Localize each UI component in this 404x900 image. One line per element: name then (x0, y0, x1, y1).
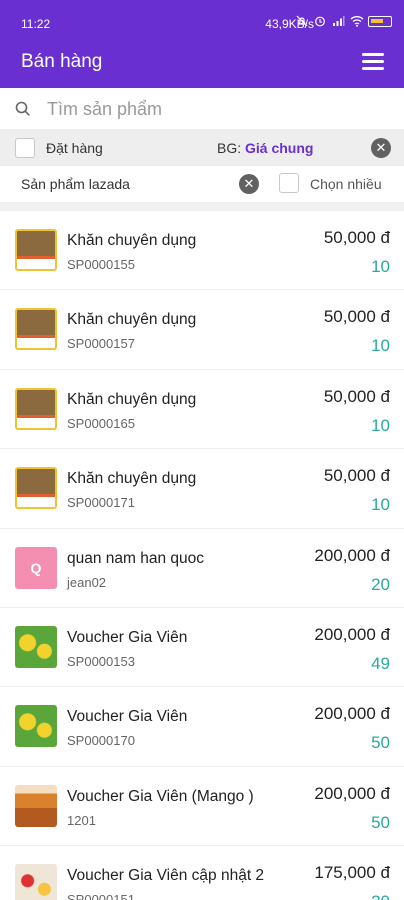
product-thumbnail (15, 467, 57, 510)
product-price: 200,000 đ (314, 624, 390, 644)
clear-category-icon[interactable]: ✕ (239, 174, 259, 194)
product-thumbnail (15, 705, 57, 748)
product-row[interactable]: Voucher Gia Viên cập nhật 2 SP0000151 175,… (0, 846, 404, 900)
product-stock: 49 (371, 653, 390, 673)
category-filter-bar: Sản phẩm lazada ✕ Chọn nhiều (0, 166, 404, 202)
product-code: SP0000165 (67, 415, 135, 431)
product-price: 50,000 đ (323, 228, 390, 247)
price-book-label[interactable]: BG: Giá chung (217, 140, 313, 156)
product-price: 200,000 đ (314, 783, 390, 803)
product-name: Voucher Gia Viên (67, 628, 188, 646)
product-name: Voucher Gia Viên (Mango ) (67, 787, 254, 805)
product-stock: 10 (371, 495, 390, 515)
product-code: SP0000155 (67, 257, 135, 272)
app-bar: Bán hàng (0, 42, 404, 88)
product-stock: 10 (371, 257, 390, 276)
battery-icon (368, 15, 392, 27)
product-thumbnail: Q (15, 546, 57, 589)
product-code: SP0000171 (67, 495, 135, 511)
product-thumbnail (15, 784, 57, 827)
product-thumbnail (15, 229, 57, 271)
product-code: 1201 (67, 812, 96, 828)
order-label: Đặt hàng (46, 140, 103, 156)
product-code: SP0000153 (67, 653, 135, 669)
silent-icon (296, 15, 308, 27)
product-name: Voucher Gia Viên (67, 708, 188, 726)
product-price: 175,000 đ (314, 863, 390, 883)
product-code: SP0000151 (67, 892, 135, 900)
product-stock: 10 (371, 336, 390, 356)
product-row[interactable]: Voucher Gia Viên SP0000170 200,000 đ 50 (0, 687, 404, 767)
product-thumbnail (15, 387, 57, 430)
product-name: Voucher Gia Viên cập nhật 2 (67, 867, 265, 885)
product-price: 200,000 đ (314, 704, 390, 724)
divider (0, 202, 404, 211)
product-price: 200,000 đ (314, 545, 390, 565)
product-thumbnail (15, 308, 57, 351)
product-code: jean02 (67, 574, 107, 590)
product-row[interactable]: Khăn chuyên dụng SP0000165 50,000 đ 10 (0, 370, 404, 450)
search-input[interactable] (47, 94, 387, 124)
page-title: Bán hàng (21, 51, 103, 72)
product-name: Khăn chuyên dụng (67, 390, 197, 408)
status-bar: 11:22 43,9KB/s (0, 0, 404, 42)
product-row[interactable]: Khăn chuyên dụng SP0000171 50,000 đ 10 (0, 449, 404, 529)
product-row[interactable]: Khăn chuyên dụng SP0000157 50,000 đ 10 (0, 290, 404, 370)
product-stock: 50 (371, 812, 390, 832)
order-checkbox[interactable] (15, 138, 35, 158)
product-stock: 50 (371, 733, 390, 753)
product-stock: 10 (371, 415, 390, 435)
alarm-icon (314, 15, 326, 27)
product-list: Khăn chuyên dụng SP0000155 50,000 đ 10 Khăn … (0, 211, 404, 900)
search-icon (15, 101, 30, 116)
product-row[interactable]: Qquan nam han quoc jean02 200,000 đ 20 (0, 529, 404, 608)
price-book-prefix: BG: (217, 140, 246, 156)
product-thumbnail (15, 864, 57, 900)
product-thumbnail (15, 625, 57, 668)
category-label[interactable]: Sản phẩm lazada (21, 176, 130, 192)
clear-price-book-icon[interactable]: ✕ (371, 138, 391, 158)
product-row[interactable]: Khăn chuyên dụng SP0000155 50,000 đ 10 (0, 211, 404, 291)
status-time: 11:22 (21, 17, 51, 31)
order-filter-bar: Đặt hàng BG: Giá chung ✕ (0, 130, 404, 166)
product-name: quan nam han quoc (67, 549, 205, 567)
product-code: SP0000157 (67, 336, 135, 352)
multi-select-label: Chọn nhiều (310, 176, 382, 192)
product-stock: 20 (371, 892, 390, 900)
product-name: Khăn chuyên dụng (67, 232, 197, 249)
product-price: 50,000 đ (323, 466, 390, 486)
product-name: Khăn chuyên dụng (67, 470, 197, 488)
price-book-value: Giá chung (245, 140, 314, 156)
product-code: SP0000170 (67, 733, 135, 749)
product-price: 50,000 đ (323, 307, 390, 327)
product-price: 50,000 đ (323, 386, 390, 406)
product-stock: 20 (371, 574, 390, 594)
signal-icon (332, 15, 345, 27)
search-bar (0, 88, 404, 130)
status-icons (296, 15, 392, 27)
product-name: Khăn chuyên dụng (67, 311, 197, 329)
multi-select-checkbox[interactable] (279, 173, 299, 193)
product-row[interactable]: Voucher Gia Viên (Mango ) 1201 200,000 đ 50 (0, 767, 404, 847)
wifi-icon (350, 15, 364, 27)
hamburger-menu-icon[interactable] (362, 53, 384, 71)
product-row[interactable]: Voucher Gia Viên SP0000153 200,000 đ 49 (0, 608, 404, 688)
